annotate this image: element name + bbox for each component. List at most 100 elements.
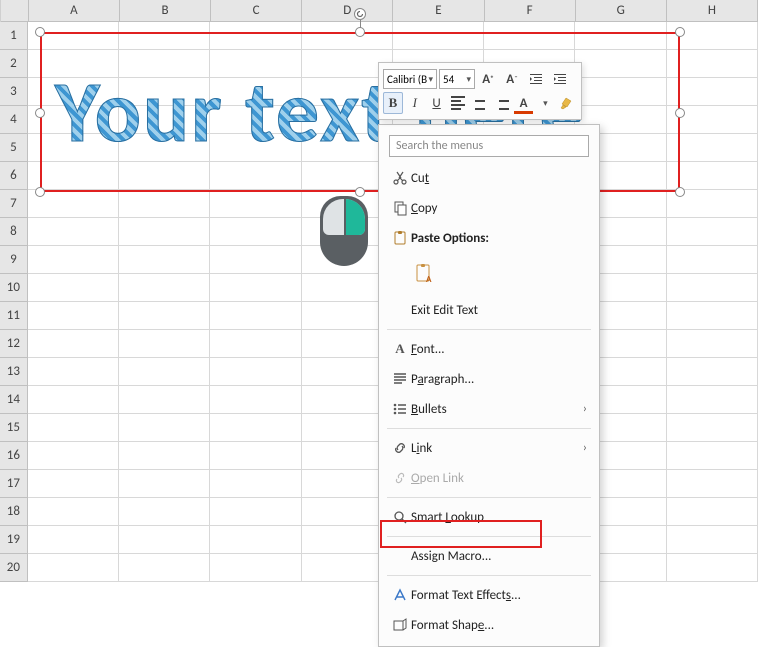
menu-label: Smart Lookup: [411, 510, 587, 525]
col-header[interactable]: C: [211, 0, 302, 22]
align-center-button[interactable]: [470, 92, 490, 114]
menu-link[interactable]: Link ›: [379, 433, 599, 463]
menu-label: Cut: [411, 171, 587, 186]
italic-button[interactable]: I: [405, 92, 425, 114]
menu-search-input[interactable]: Search the menus: [389, 135, 589, 157]
menu-label: Format Text Effects...: [411, 588, 587, 603]
svg-text:A: A: [426, 274, 432, 285]
row-header[interactable]: 17: [0, 470, 28, 498]
row-header[interactable]: 14: [0, 386, 28, 414]
resize-handle[interactable]: [675, 187, 685, 197]
menu-label: Paragraph...: [411, 372, 587, 387]
resize-handle[interactable]: [355, 27, 365, 37]
row-header[interactable]: 3: [0, 78, 28, 106]
menu-smart-lookup[interactable]: Smart Lookup: [379, 502, 599, 532]
menu-label: Paste Options:: [411, 231, 587, 246]
col-header[interactable]: F: [485, 0, 576, 22]
text-effects-icon: [389, 587, 411, 603]
resize-handle[interactable]: [675, 108, 685, 118]
paste-keep-text-button[interactable]: A: [411, 260, 439, 288]
bullets-icon: [389, 401, 411, 417]
increase-indent-button[interactable]: [549, 68, 571, 90]
format-shape-icon: [389, 617, 411, 633]
context-menu: Search the menus Cut Copy Paste Options:…: [378, 124, 600, 647]
column-headers: A B C D E F G H: [0, 0, 758, 22]
menu-label: Assign Macro...: [411, 549, 587, 564]
row-header[interactable]: 1: [0, 22, 28, 50]
menu-separator: [387, 536, 591, 537]
font-color-dropdown[interactable]: ▾: [535, 92, 555, 114]
menu-cut[interactable]: Cut: [379, 163, 599, 193]
grow-font-button[interactable]: A: [477, 68, 499, 90]
menu-label: Copy: [411, 201, 587, 216]
menu-label: Font...: [411, 342, 587, 357]
font-name-value: Calibri (B: [387, 73, 427, 86]
rotation-handle[interactable]: [354, 8, 366, 20]
menu-format-shape[interactable]: Format Shape...: [379, 610, 599, 640]
row-header[interactable]: 18: [0, 498, 28, 526]
shrink-font-button[interactable]: A: [501, 68, 523, 90]
submenu-arrow-icon: ›: [583, 402, 587, 416]
menu-label: Exit Edit Text: [411, 303, 587, 318]
menu-assign-macro[interactable]: Assign Macro...: [379, 541, 599, 571]
row-header[interactable]: 20: [0, 554, 28, 582]
resize-handle[interactable]: [35, 187, 45, 197]
font-icon: A: [389, 341, 411, 357]
mini-toolbar: Calibri (B ▾ 54 ▾ A A B I U A ▾: [378, 62, 582, 120]
scissors-icon: [389, 170, 411, 186]
menu-bullets[interactable]: Bullets ›: [379, 394, 599, 424]
col-header[interactable]: A: [29, 0, 120, 22]
menu-copy[interactable]: Copy: [379, 193, 599, 223]
row-header[interactable]: 4: [0, 106, 28, 134]
col-header[interactable]: H: [667, 0, 758, 22]
paste-options-row: A: [379, 253, 599, 295]
row-header[interactable]: 2: [0, 50, 28, 78]
menu-paragraph[interactable]: Paragraph...: [379, 364, 599, 394]
link-icon: [389, 440, 411, 456]
select-all-corner[interactable]: [1, 0, 29, 22]
menu-format-text-effects[interactable]: Format Text Effects...: [379, 580, 599, 610]
align-left-button[interactable]: [448, 92, 468, 114]
clipboard-icon: [389, 230, 411, 246]
row-header[interactable]: 9: [0, 246, 28, 274]
menu-paste-options-header: Paste Options:: [379, 223, 599, 253]
row-header[interactable]: 7: [0, 190, 28, 218]
row-header[interactable]: 5: [0, 134, 28, 162]
copy-icon: [389, 200, 411, 216]
bold-button[interactable]: B: [383, 92, 403, 114]
submenu-arrow-icon: ›: [583, 441, 587, 455]
row-header[interactable]: 19: [0, 526, 28, 554]
menu-font[interactable]: A Font...: [379, 334, 599, 364]
menu-exit-edit-text[interactable]: Exit Edit Text: [379, 295, 599, 325]
col-header[interactable]: E: [393, 0, 484, 22]
col-header[interactable]: G: [576, 0, 667, 22]
paragraph-icon: [389, 371, 411, 387]
resize-handle[interactable]: [35, 27, 45, 37]
row-header[interactable]: 6: [0, 162, 28, 190]
resize-handle[interactable]: [675, 27, 685, 37]
search-icon: [389, 509, 411, 525]
mouse-right-click-graphic: [320, 196, 368, 266]
open-link-icon: [389, 470, 411, 486]
row-header[interactable]: 13: [0, 358, 28, 386]
underline-button[interactable]: U: [427, 92, 447, 114]
row-header[interactable]: 11: [0, 302, 28, 330]
font-name-combo[interactable]: Calibri (B ▾: [383, 69, 437, 89]
row-header[interactable]: 8: [0, 218, 28, 246]
col-header[interactable]: B: [120, 0, 211, 22]
menu-separator: [387, 497, 591, 498]
chevron-down-icon: ▾: [428, 74, 433, 85]
font-size-combo[interactable]: 54 ▾: [439, 69, 475, 89]
align-right-button[interactable]: [492, 92, 512, 114]
row-header[interactable]: 10: [0, 274, 28, 302]
decrease-indent-button[interactable]: [525, 68, 547, 90]
font-size-value: 54: [443, 73, 454, 86]
resize-handle[interactable]: [35, 108, 45, 118]
row-header[interactable]: 15: [0, 414, 28, 442]
format-painter-button[interactable]: [557, 92, 577, 114]
row-header[interactable]: 12: [0, 330, 28, 358]
row-header[interactable]: 16: [0, 442, 28, 470]
col-header[interactable]: D: [302, 0, 393, 22]
font-color-button[interactable]: A: [514, 92, 534, 114]
menu-open-link: Open Link: [379, 463, 599, 493]
